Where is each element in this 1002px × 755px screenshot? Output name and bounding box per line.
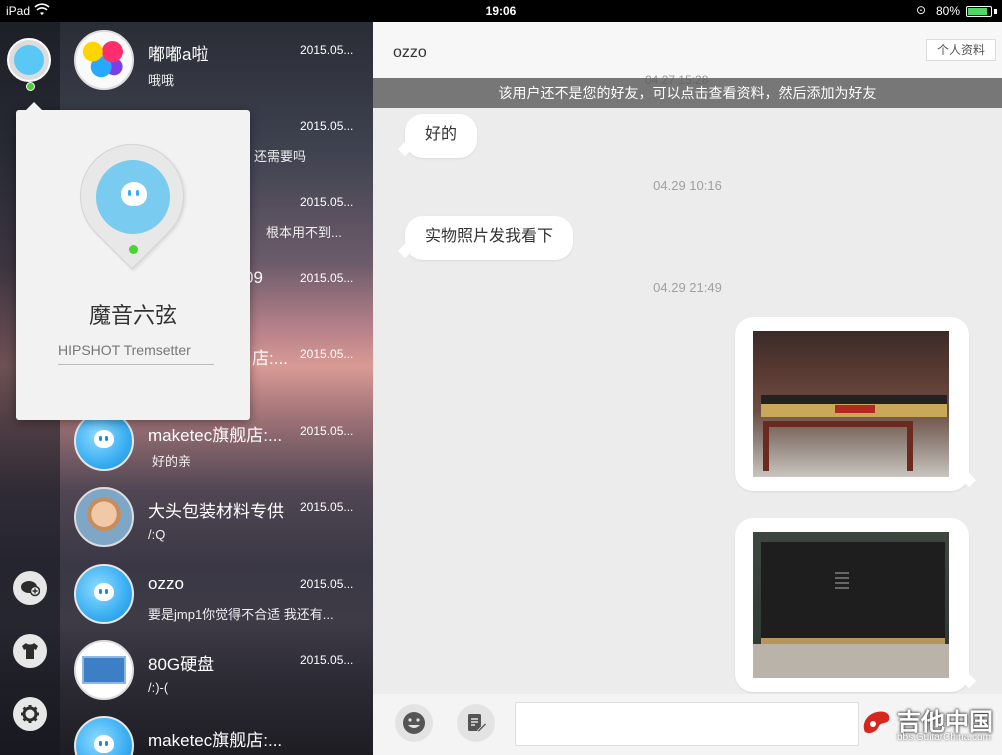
conversation-date: 2015.05... xyxy=(300,119,354,133)
profile-signature[interactable]: HIPSHOT Tremsetter xyxy=(58,342,214,365)
online-status-dot xyxy=(129,245,138,254)
avatar xyxy=(74,564,134,624)
avatar xyxy=(74,640,134,700)
message-bubble[interactable]: 实物照片发我看下 xyxy=(405,216,574,260)
watermark-url: bbs.GuitarChina.com xyxy=(897,732,991,743)
conversation-preview: 根本用不到... xyxy=(266,225,342,240)
avatar xyxy=(74,487,134,547)
friend-notice-banner[interactable]: 该用户还不是您的好友，可以点击查看资料，然后添加为好友 xyxy=(373,78,1002,108)
conversation-date: 2015.05... xyxy=(300,195,354,209)
rotation-lock-icon: ⊙ xyxy=(915,3,926,17)
my-avatar[interactable] xyxy=(7,38,51,91)
conversation-item[interactable]: 80G硬盘 2015.05... /:)-( xyxy=(60,634,373,710)
battery-icon xyxy=(966,6,992,17)
add-chat-icon[interactable] xyxy=(13,571,47,605)
gear-icon[interactable] xyxy=(13,697,47,731)
conversation-date: 2015.05... xyxy=(300,500,354,514)
conversation-date: 2015.05... xyxy=(300,424,354,438)
chat-header: ozzo 个人资料 xyxy=(373,22,1002,78)
profile-name: 魔音六弦 xyxy=(88,303,177,328)
smiley-icon[interactable] xyxy=(395,704,433,742)
chat-title: ozzo xyxy=(393,44,427,61)
amplifier-photo[interactable] xyxy=(753,331,949,477)
conversation-date: 2015.05... xyxy=(300,653,354,667)
profile-button[interactable]: 个人资料 xyxy=(926,39,996,61)
image-message[interactable] xyxy=(735,317,969,491)
conversation-name: maketec旗舰店:... xyxy=(148,426,283,445)
watermark-logo: 吉他中国 bbs.GuitarChina.com xyxy=(859,700,999,748)
profile-avatar xyxy=(96,160,170,234)
image-message[interactable] xyxy=(735,518,969,692)
message-bubble[interactable]: 好的 xyxy=(405,114,478,158)
conversation-preview: /:Q xyxy=(148,527,166,542)
conversation-name: ozzo xyxy=(148,574,184,593)
conversation-preview: 要是jmp1你觉得不合适 我还有... xyxy=(148,607,334,622)
conversation-item[interactable]: ozzo 2015.05... 要是jmp1你觉得不合适 我还有... xyxy=(60,558,373,634)
chat-pane: ozzo 个人资料 04.27 15:28 该用户还不是您的好友，可以点击查看资… xyxy=(373,22,1002,755)
online-status-dot xyxy=(26,82,35,91)
edit-note-icon[interactable] xyxy=(457,704,495,742)
conversation-name: 嘟嘟a啦 xyxy=(148,45,209,64)
profile-popup: 魔音六弦 HIPSHOT Tremsetter xyxy=(16,102,250,420)
conversation-date: 2015.05... xyxy=(300,347,354,361)
device-box-photo[interactable] xyxy=(753,532,949,678)
conversation-preview: 好的亲 xyxy=(152,454,192,469)
tshirt-icon[interactable] xyxy=(13,634,47,668)
conversation-name: maketec旗舰店:... xyxy=(148,731,283,750)
timestamp: 04.29 10:16 xyxy=(653,178,722,193)
avatar xyxy=(74,411,134,471)
clock: 19:06 xyxy=(485,4,517,18)
conversation-name: 大头包装材料专供 xyxy=(148,502,284,521)
conversation-item[interactable]: 大头包装材料专供 2015.05... /:Q xyxy=(60,481,373,557)
charging-icon xyxy=(994,9,997,14)
guitar-logo-icon xyxy=(859,704,895,747)
avatar xyxy=(74,716,134,755)
conversation-item[interactable]: maketec旗舰店:... xyxy=(60,710,373,755)
avatar xyxy=(74,30,134,90)
battery-percent: 80% xyxy=(935,4,960,18)
conversation-preview: 还需要吗 xyxy=(254,149,307,164)
conversation-date: 2015.05... xyxy=(300,43,354,57)
message-input[interactable] xyxy=(515,702,859,746)
input-bar: 吉他中国 bbs.GuitarChina.com xyxy=(373,694,1002,755)
conversation-preview: 哦哦 xyxy=(148,73,175,88)
timestamp: 04.29 21:49 xyxy=(653,280,722,295)
status-bar: iPad 19:06 ⊙ 80% xyxy=(0,0,1002,22)
conversation-item[interactable]: 嘟嘟a啦 2015.05... 哦哦 xyxy=(60,24,373,100)
conversation-name: 80G硬盘 xyxy=(148,655,215,674)
conversation-date: 2015.05... xyxy=(300,271,354,285)
conversation-date: 2015.05... xyxy=(300,577,354,591)
conversation-name: 店:... xyxy=(252,349,288,368)
conversation-preview: /:)-( xyxy=(148,680,169,695)
